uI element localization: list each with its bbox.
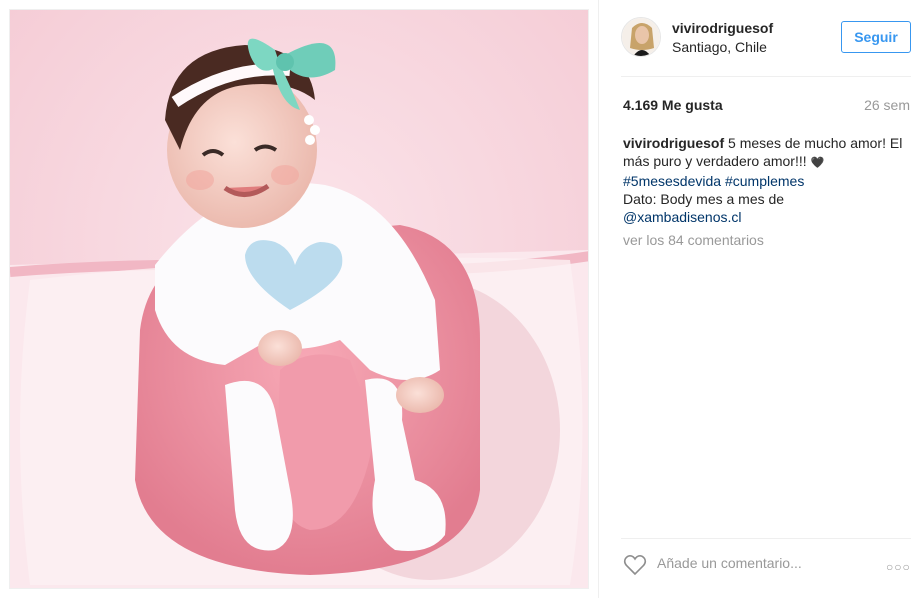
location[interactable]: Santiago, Chile: [672, 39, 767, 55]
black-heart-icon: 🖤: [810, 157, 825, 169]
heart-outline-icon[interactable]: [623, 554, 647, 576]
likes-count[interactable]: 4.169 Me gusta: [623, 97, 723, 113]
post-sidebar: vivirodriguesof Santiago, Chile Seguir 4…: [598, 0, 916, 598]
post-photo[interactable]: [9, 9, 589, 589]
hashtag-link[interactable]: #5mesesdevida: [623, 173, 721, 189]
photo-pane: [0, 0, 598, 598]
caption-username[interactable]: vivirodriguesof: [623, 135, 724, 151]
hashtag-link[interactable]: #cumplemes: [725, 173, 804, 189]
post-time[interactable]: 26 sem: [864, 97, 910, 113]
username[interactable]: vivirodriguesof: [672, 20, 773, 36]
divider: [621, 538, 911, 539]
follow-button[interactable]: Seguir: [841, 21, 911, 53]
view-comments-link[interactable]: ver los 84 comentarios: [623, 232, 764, 248]
mention-link[interactable]: @xambadisenos.cl: [623, 209, 742, 225]
more-options-icon[interactable]: ○○○: [886, 560, 911, 574]
post-header: vivirodriguesof Santiago, Chile Seguir: [621, 14, 911, 62]
caption: vivirodriguesof 5 meses de mucho amor! E…: [623, 134, 905, 226]
comment-input[interactable]: Añade un comentario...: [657, 555, 802, 571]
caption-dato: Dato: Body mes a mes de: [623, 191, 785, 207]
avatar[interactable]: [621, 17, 661, 57]
divider: [621, 76, 911, 77]
